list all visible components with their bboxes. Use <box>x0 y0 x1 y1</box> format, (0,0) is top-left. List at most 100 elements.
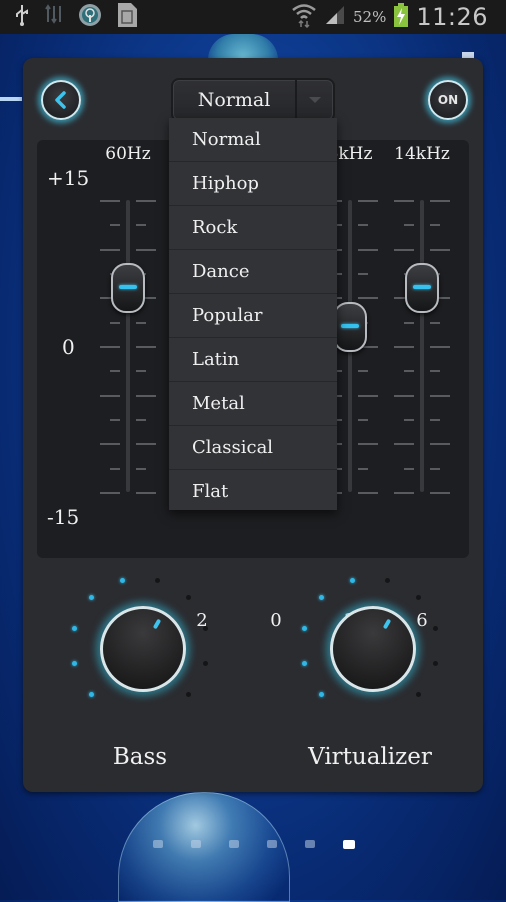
band-scale-tick <box>358 273 368 275</box>
band-scale-tick <box>136 248 156 251</box>
band-scale-tick <box>430 370 440 373</box>
preset-option-metal[interactable]: Metal <box>169 382 337 426</box>
page-indicator-dot[interactable] <box>267 840 277 848</box>
band-scale-tick <box>404 224 414 227</box>
band-scale-tick <box>358 467 368 470</box>
band-scale-tick <box>394 394 414 397</box>
battery-percent: 52% <box>352 8 387 26</box>
wallpaper-bubble <box>118 792 290 902</box>
band-scale-tick <box>100 346 120 348</box>
band-scale-tick <box>358 394 378 397</box>
band-slider-track[interactable] <box>420 200 424 492</box>
band-scale-tick <box>136 443 156 446</box>
band-scale-tick <box>100 394 120 397</box>
level-dot <box>185 691 191 697</box>
preset-option-flat[interactable]: Flat <box>169 470 337 513</box>
level-dot <box>71 661 77 667</box>
band-scale-tick <box>136 224 146 227</box>
level-dot <box>71 625 77 631</box>
page-indicator-dot[interactable] <box>343 840 355 849</box>
band-scale-tick <box>430 394 450 397</box>
db-min-label: -15 <box>47 505 80 529</box>
level-dot <box>203 625 209 631</box>
band-scale-tick <box>136 419 146 421</box>
band-scale-tick <box>358 248 378 251</box>
virtualizer-label: Virtualizer <box>308 744 432 770</box>
band-scale-tick <box>394 200 414 202</box>
bass-knob[interactable] <box>100 606 186 692</box>
preset-option-dance[interactable]: Dance <box>169 250 337 294</box>
level-dot <box>89 595 95 601</box>
power-toggle-button[interactable]: ON <box>428 80 468 120</box>
level-dot <box>119 577 125 583</box>
clock: 11:26 <box>416 3 488 31</box>
preset-option-classical[interactable]: Classical <box>169 426 337 470</box>
band-scale-tick <box>430 248 450 251</box>
thumb-indicator <box>119 284 137 289</box>
preset-select[interactable]: Normal <box>171 78 335 122</box>
back-chevron-icon <box>55 91 66 109</box>
band-scale-tick <box>430 321 440 324</box>
band-slider-track[interactable] <box>126 200 130 492</box>
page-indicator-dot[interactable] <box>153 840 163 848</box>
preset-selected-value: Normal <box>197 89 271 111</box>
band-scale-tick <box>110 321 120 324</box>
back-button[interactable] <box>41 80 81 120</box>
level-dot <box>385 577 391 583</box>
preset-option-popular[interactable]: Popular <box>169 294 337 338</box>
knob-indicator <box>382 618 392 630</box>
band-scale-tick <box>404 467 414 470</box>
preset-option-latin[interactable]: Latin <box>169 338 337 382</box>
bass-label: Bass <box>112 744 168 770</box>
chevron-down-icon <box>309 97 321 103</box>
band-scale-tick <box>110 370 120 373</box>
wallpaper-decoration <box>0 97 22 101</box>
band-scale-tick <box>430 443 450 446</box>
band-scale-tick <box>358 200 378 202</box>
wallpaper-bubble <box>208 34 278 60</box>
band-scale-tick <box>110 224 120 227</box>
sd-card-icon <box>116 2 138 32</box>
level-dot <box>433 661 439 667</box>
band-scale-tick <box>394 443 414 446</box>
band-scale-tick <box>136 467 146 470</box>
equalizer-widget: Normal ON +15 0 -15 60Hz6230Hz2910Hz06kH… <box>23 58 483 792</box>
signal-icon <box>325 5 345 29</box>
battery-charging-icon <box>394 3 409 31</box>
level-dot <box>415 691 421 697</box>
band-scale-tick <box>100 248 120 251</box>
preset-option-hiphop[interactable]: Hiphop <box>169 162 337 206</box>
virtualizer-control: Virtualizer <box>280 570 450 770</box>
band-scale-tick <box>136 346 156 348</box>
wifi-hotspot-icon <box>78 3 102 31</box>
band-scale-tick <box>394 346 414 348</box>
band-scale-tick <box>136 492 156 494</box>
band-scale-tick <box>358 370 368 373</box>
preset-option-normal[interactable]: Normal <box>169 118 337 162</box>
band-scale-tick <box>358 297 378 300</box>
band-slider-thumb[interactable] <box>333 301 367 352</box>
virtualizer-knob[interactable] <box>330 606 416 692</box>
preset-option-rock[interactable]: Rock <box>169 206 337 250</box>
page-indicator-dot[interactable] <box>305 840 315 848</box>
power-toggle-label: ON <box>437 93 459 107</box>
band-scale-tick <box>430 492 450 494</box>
band-slider-thumb[interactable] <box>111 262 145 313</box>
page-indicator-dot[interactable] <box>191 840 201 848</box>
band-scale-tick <box>110 419 120 421</box>
band-scale-tick <box>100 200 120 202</box>
band-frequency-label: 60Hz <box>105 144 151 164</box>
band-slider-thumb[interactable] <box>405 262 439 313</box>
level-dot <box>155 577 161 583</box>
band-scale-tick <box>430 346 450 348</box>
band-scale-tick <box>100 492 120 494</box>
level-dot <box>301 661 307 667</box>
band-scale-tick <box>358 492 378 494</box>
page-indicator-dot[interactable] <box>229 840 239 848</box>
preset-divider <box>295 80 297 120</box>
band-scale-tick <box>136 200 156 202</box>
wifi-icon <box>291 2 317 32</box>
band-scale-tick <box>430 200 450 202</box>
band-frequency-label: 14kHz <box>394 144 450 164</box>
band-scale-tick <box>136 370 146 373</box>
